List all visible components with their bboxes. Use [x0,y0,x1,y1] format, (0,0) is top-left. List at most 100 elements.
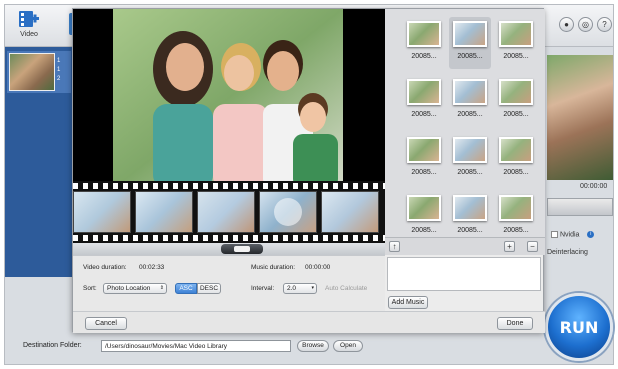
run-button[interactable]: RUN [545,293,613,361]
slideshow-preview [73,9,385,189]
film-frame[interactable] [321,191,379,233]
filmstrip [73,181,385,243]
preview-photo [113,9,343,189]
video-thumbnail [9,53,55,91]
photo-thumbnail-grid: 20085... 20085... 20085... 20085... 20085...… [385,9,545,237]
slideshow-dialog: Video duration: 00:02:33 Music duration:… [72,8,545,333]
settings-icon[interactable]: ◎ [578,17,593,32]
sort-label: Sort: [83,285,97,292]
auto-calculate-button[interactable]: Auto Calculate [325,285,367,292]
video-duration-value: 00:02:33 [139,264,165,271]
photo-thumbnail-label: 20085... [503,53,529,60]
video-list-panel: 112 [5,47,73,277]
slideshow-settings: Video duration: 00:02:33 Music duration:… [73,255,385,311]
photo-thumbnail-label: 20085... [503,111,529,118]
destination-row: Destination Folder: /Users/dinosaur/Movi… [5,335,540,359]
transition-icon [274,198,302,226]
photo-thumbnail[interactable]: 20085... [449,133,491,185]
music-list[interactable] [387,257,541,291]
video-button-label: Video [20,31,38,38]
photo-thumbnail[interactable]: 20085... [495,17,537,69]
checkbox-icon [551,231,558,238]
browse-button[interactable]: Browse [297,340,329,352]
photo-thumbnail-label: 20085... [411,169,437,176]
photo-thumbnail-image [407,137,441,163]
music-toolbar: ↑ + − [385,237,545,255]
move-up-icon[interactable]: ↑ [389,241,400,252]
photo-thumbnail-label: 20085... [457,169,483,176]
splitter-bar [73,243,385,255]
photo-thumbnail[interactable]: 20085... [449,75,491,127]
remove-item-button[interactable]: − [527,241,538,252]
account-icon[interactable]: ● [559,17,574,32]
app-window: Video ● ◎ ? 112 00:00:00 Nvidia i Deinte… [0,0,618,369]
photo-thumbnail-label: 20085... [411,227,437,234]
video-duration-label: Video duration: [83,264,127,271]
dialog-button-bar: Cancel Done [73,311,545,333]
photo-thumbnail[interactable]: 20085... [495,75,537,127]
film-frame-transition[interactable] [259,191,317,233]
photo-thumbnail-image [453,137,487,163]
video-list-item[interactable]: 112 [7,51,71,93]
photo-thumbnail[interactable]: 20085... [403,133,445,185]
nvidia-checkbox[interactable]: Nvidia i [551,231,595,239]
dropdown-arrow-icon: ⇕ [159,285,164,291]
photo-thumbnail-label: 20085... [503,227,529,234]
photo-thumbnail-image [499,21,533,47]
open-button[interactable]: Open [333,340,363,352]
preview-time: 00:00:00 [580,183,608,190]
video-item-info: 112 [57,58,61,82]
deinterlacing-option[interactable]: Deinterlacing [547,249,588,256]
photo-thumbnail-image [407,21,441,47]
photo-thumbnail[interactable]: 20085... [403,191,445,243]
photo-thumbnail-image [407,79,441,105]
info-icon[interactable]: i [587,231,595,238]
photo-thumbnail-label: 20085... [411,111,437,118]
photo-thumbnail[interactable]: 20085... [495,191,537,243]
photo-thumbnail-image [499,137,533,163]
photo-thumbnail[interactable]: 20085... [403,75,445,127]
photo-thumbnail-image [499,79,533,105]
sort-desc-button[interactable]: DESC [197,283,221,294]
help-icon[interactable]: ? [597,17,612,32]
done-button[interactable]: Done [497,317,533,330]
photo-thumbnail-image [407,195,441,221]
photo-thumbnail[interactable]: 20085... [449,17,491,69]
photo-thumbnail-image [453,21,487,47]
preview-tabs[interactable] [547,198,613,216]
photo-thumbnail-label: 20085... [457,227,483,234]
music-duration-label: Music duration: [251,264,296,271]
sort-select-value: Photo Location [107,285,151,292]
film-frame[interactable] [135,191,193,233]
photo-thumbnail[interactable]: 20085... [495,133,537,185]
photo-thumbnail-label: 20085... [457,53,483,60]
sort-asc-button[interactable]: ASC [175,283,197,294]
add-video-icon [19,11,39,27]
photo-thumbnail[interactable]: 20085... [403,17,445,69]
cancel-button[interactable]: Cancel [85,317,127,330]
output-preview [547,55,613,180]
add-video-button[interactable]: Video [13,8,45,44]
interval-select[interactable]: 2.0 ▾ [283,283,317,294]
nvidia-label: Nvidia [559,231,580,239]
dropdown-arrow-icon: ▾ [311,285,314,291]
photo-thumbnail-label: 20085... [457,111,483,118]
photo-thumbnail-image [453,195,487,221]
sort-select[interactable]: Photo Location ⇕ [103,283,167,294]
film-sprockets-top [73,183,385,189]
photo-thumbnail[interactable]: 20085... [449,191,491,243]
photo-thumbnail-image [453,79,487,105]
film-frame[interactable] [197,191,255,233]
photo-thumbnail-label: 20085... [503,169,529,176]
music-duration-value: 00:00:00 [305,264,331,271]
film-frame[interactable] [73,191,131,233]
interval-label: Interval: [251,285,275,292]
splitter-handle[interactable] [221,244,263,254]
interval-value: 2.0 [287,285,297,292]
film-sprockets-bottom [73,235,385,241]
destination-path-field[interactable]: /Users/dinosaur/Movies/Mac Video Library [101,340,291,352]
add-item-button[interactable]: + [504,241,515,252]
run-button-label: RUN [559,318,599,337]
add-music-button[interactable]: Add Music [388,296,428,309]
destination-label: Destination Folder: [23,342,82,349]
